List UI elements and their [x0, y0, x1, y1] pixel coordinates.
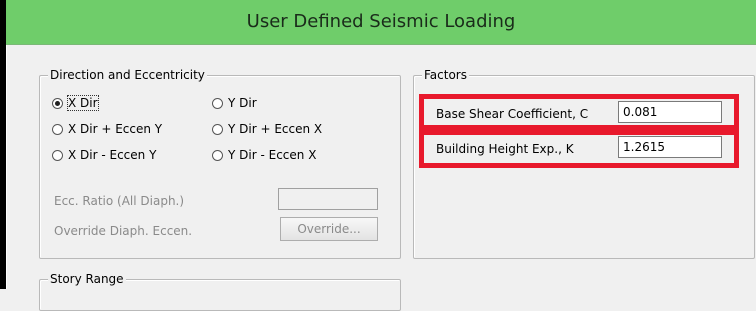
radio-y-dir-eccen-x-plus[interactable]: Y Dir + Eccen X: [212, 122, 322, 136]
radio-y-dir-eccen-x-minus-circle[interactable]: [212, 149, 223, 161]
story-range-group: Story Range: [39, 271, 401, 311]
override-diaph-eccen-label: Override Diaph. Eccen.: [54, 224, 193, 238]
radio-x-dir-eccen-y-plus-label[interactable]: X Dir + Eccen Y: [68, 122, 162, 136]
base-shear-label: Base Shear Coefficient, C: [436, 107, 589, 121]
window-title: User Defined Seismic Loading: [246, 11, 516, 32]
radio-x-dir-circle[interactable]: [52, 97, 63, 109]
radio-x-dir[interactable]: X Dir: [52, 95, 99, 111]
title-bar: User Defined Seismic Loading: [6, 0, 756, 45]
radio-y-dir[interactable]: Y Dir: [212, 96, 257, 110]
height-exp-input[interactable]: 1.2615: [618, 136, 722, 158]
dialog-body: Direction and Eccentricity X Dir Y Dir X…: [6, 45, 756, 311]
radio-x-dir-eccen-y-plus[interactable]: X Dir + Eccen Y: [52, 122, 162, 136]
factors-group: Factors Base Shear Coefficient, C 0.081 …: [413, 67, 755, 259]
factors-legend: Factors: [422, 67, 469, 83]
radio-y-dir-eccen-x-plus-label[interactable]: Y Dir + Eccen X: [228, 122, 322, 136]
ecc-ratio-label: Ecc. Ratio (All Diaph.): [54, 194, 185, 208]
ecc-ratio-input[interactable]: [278, 188, 378, 210]
radio-x-dir-eccen-y-minus-circle[interactable]: [52, 149, 63, 161]
radio-y-dir-eccen-x-minus-label[interactable]: Y Dir - Eccen X: [228, 148, 316, 162]
radio-y-dir-circle[interactable]: [212, 97, 223, 109]
radio-x-dir-eccen-y-minus-label[interactable]: X Dir - Eccen Y: [68, 148, 156, 162]
direction-eccentricity-legend: Direction and Eccentricity: [48, 67, 207, 83]
radio-x-dir-eccen-y-minus[interactable]: X Dir - Eccen Y: [52, 148, 156, 162]
radio-y-dir-label[interactable]: Y Dir: [228, 96, 257, 110]
radio-y-dir-eccen-x-minus[interactable]: Y Dir - Eccen X: [212, 148, 316, 162]
base-shear-input[interactable]: 0.081: [618, 101, 722, 123]
radio-x-dir-label[interactable]: X Dir: [67, 95, 99, 111]
override-button[interactable]: Override...: [280, 217, 378, 241]
radio-y-dir-eccen-x-plus-circle[interactable]: [212, 123, 223, 135]
story-range-legend: Story Range: [48, 271, 126, 287]
radio-x-dir-eccen-y-plus-circle[interactable]: [52, 123, 63, 135]
height-exp-label: Building Height Exp., K: [436, 142, 574, 156]
direction-eccentricity-group: Direction and Eccentricity X Dir Y Dir X…: [39, 67, 401, 259]
